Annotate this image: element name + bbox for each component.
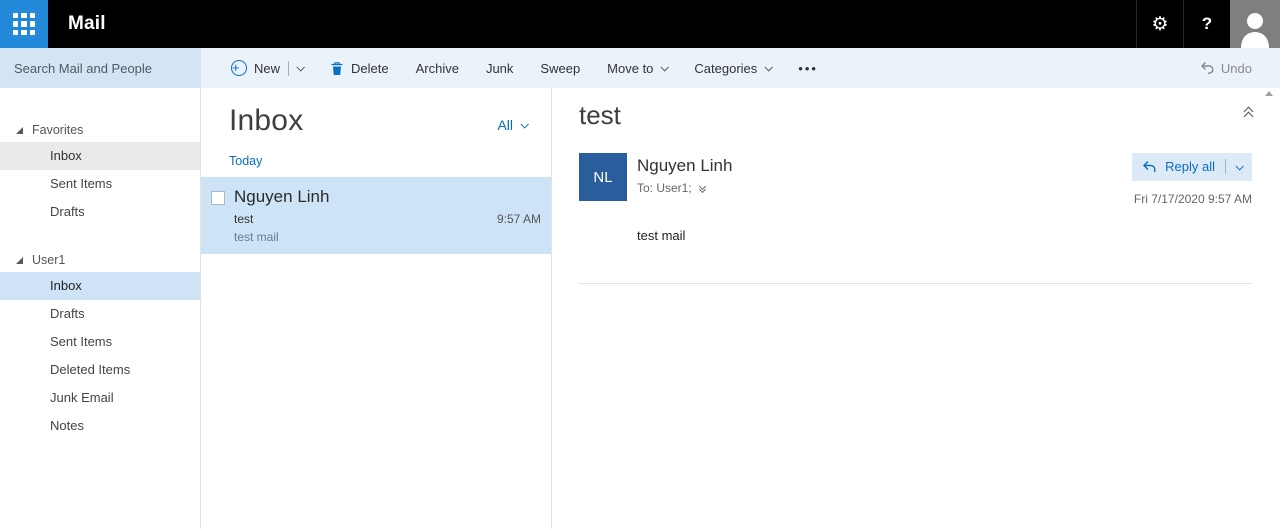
undo-button[interactable]: Undo (1200, 61, 1252, 76)
chevron-down-icon[interactable] (296, 63, 304, 71)
suite-header: Mail ⚙ ? (0, 0, 1280, 48)
message-preview: test mail (234, 230, 543, 244)
sidebar-item-sent-items[interactable]: Sent Items (0, 328, 200, 356)
junk-button[interactable]: Junk (486, 61, 513, 76)
divider (288, 61, 289, 76)
folder-title: Inbox (229, 104, 497, 138)
undo-icon (1200, 61, 1215, 75)
sidebar-item-notes[interactable]: Notes (0, 412, 200, 440)
sweep-label: Sweep (540, 61, 580, 76)
message-subject-row: test 9:57 AM (234, 212, 543, 226)
sender-name[interactable]: Nguyen Linh (637, 156, 1132, 176)
message-list-header: Inbox All (201, 88, 551, 138)
message-divider (579, 283, 1252, 284)
suite-header-actions: ⚙ ? (1136, 0, 1280, 48)
undo-label: Undo (1221, 61, 1252, 76)
avatar[interactable]: NL (579, 153, 627, 201)
sidebar-item-favorites-sent-items[interactable]: Sent Items (0, 170, 200, 198)
person-icon (1238, 8, 1272, 48)
delete-label: Delete (351, 61, 389, 76)
command-bar: + New Delete Archive Junk Sweep Mov (0, 48, 1280, 88)
date-group-label[interactable]: Today (201, 138, 551, 177)
message-card: NL Nguyen Linh To: User1; Reply all Fri (579, 153, 1252, 206)
conversation-subject: test (579, 100, 1245, 131)
archive-label: Archive (416, 61, 459, 76)
new-button[interactable]: + New (231, 60, 303, 76)
expanded-triangle-icon (16, 257, 23, 264)
scrollbar-up-arrow[interactable] (1265, 91, 1273, 96)
to-label: To: User1; (637, 181, 692, 195)
message-from-block: Nguyen Linh To: User1; (637, 153, 1132, 195)
reply-all-label: Reply all (1165, 159, 1215, 174)
archive-button[interactable]: Archive (416, 61, 459, 76)
filter-dropdown[interactable]: All (497, 117, 527, 133)
chevron-down-icon (765, 63, 773, 71)
recipients-row: To: User1; (637, 181, 1132, 195)
sidebar-item-drafts[interactable]: Drafts (0, 300, 200, 328)
chevron-down-icon (661, 63, 669, 71)
favorites-label: Favorites (32, 123, 83, 137)
sidebar-item-favorites-inbox[interactable]: Inbox (0, 142, 200, 170)
expand-double-chevron-down-icon[interactable] (700, 184, 705, 192)
app-title: Mail (68, 0, 106, 48)
message-list-pane: Inbox All Today Nguyen Linh test 9:57 AM… (201, 88, 552, 529)
account-avatar[interactable] (1230, 0, 1280, 48)
main-content: Favorites Inbox Sent Items Drafts User1 … (0, 88, 1280, 529)
app-launcher-button[interactable] (0, 0, 48, 48)
chevron-down-icon (520, 120, 528, 128)
categories-button[interactable]: Categories (694, 61, 771, 76)
app-launcher-icon (13, 13, 35, 35)
divider (1225, 159, 1226, 174)
message-time: 9:57 AM (497, 212, 543, 226)
sweep-button[interactable]: Sweep (540, 61, 580, 76)
message-sender: Nguyen Linh (234, 187, 543, 207)
sidebar-item-junk-email[interactable]: Junk Email (0, 384, 200, 412)
message-subject: test (234, 212, 497, 226)
settings-button[interactable]: ⚙ (1136, 0, 1183, 48)
ellipsis-icon: ••• (798, 61, 818, 76)
group-spacer (0, 226, 200, 248)
message-actions: Reply all Fri 7/17/2020 9:57 AM (1132, 153, 1252, 206)
categories-label: Categories (694, 61, 757, 76)
sidebar-item-deleted-items[interactable]: Deleted Items (0, 356, 200, 384)
message-list-item[interactable]: Nguyen Linh test 9:57 AM test mail (201, 177, 551, 254)
plus-circle-icon: + (231, 60, 247, 76)
trash-icon (330, 61, 344, 76)
gear-icon: ⚙ (1151, 13, 1168, 36)
junk-label: Junk (486, 61, 513, 76)
user1-label: User1 (32, 253, 65, 267)
reading-pane-header: test (579, 100, 1252, 131)
expanded-triangle-icon (16, 127, 23, 134)
search-box[interactable] (0, 48, 201, 88)
chevron-down-icon[interactable] (1235, 162, 1243, 170)
reading-pane: test NL Nguyen Linh To: User1; Reply all (552, 88, 1280, 529)
collapse-double-chevron-up-icon[interactable] (1245, 108, 1252, 120)
folder-pane: Favorites Inbox Sent Items Drafts User1 … (0, 88, 201, 529)
message-checkbox[interactable] (211, 191, 225, 205)
reply-all-icon (1142, 160, 1157, 174)
message-date: Fri 7/17/2020 9:57 AM (1132, 192, 1252, 206)
help-icon: ? (1202, 14, 1212, 34)
move-to-label: Move to (607, 61, 653, 76)
more-commands-button[interactable]: ••• (798, 61, 818, 76)
command-items: + New Delete Archive Junk Sweep Mov (201, 48, 1280, 88)
reply-all-button[interactable]: Reply all (1132, 153, 1252, 181)
sidebar-item-favorites-drafts[interactable]: Drafts (0, 198, 200, 226)
favorites-group-header[interactable]: Favorites (0, 118, 200, 142)
move-to-button[interactable]: Move to (607, 61, 667, 76)
user1-group-header[interactable]: User1 (0, 248, 200, 272)
help-button[interactable]: ? (1183, 0, 1230, 48)
new-label: New (254, 61, 280, 76)
delete-button[interactable]: Delete (330, 61, 389, 76)
sidebar-item-inbox[interactable]: Inbox (0, 272, 200, 300)
filter-label: All (497, 117, 513, 133)
message-body: test mail (637, 228, 1252, 243)
message-summary: Nguyen Linh test 9:57 AM test mail (234, 186, 543, 244)
search-input[interactable] (14, 61, 190, 76)
